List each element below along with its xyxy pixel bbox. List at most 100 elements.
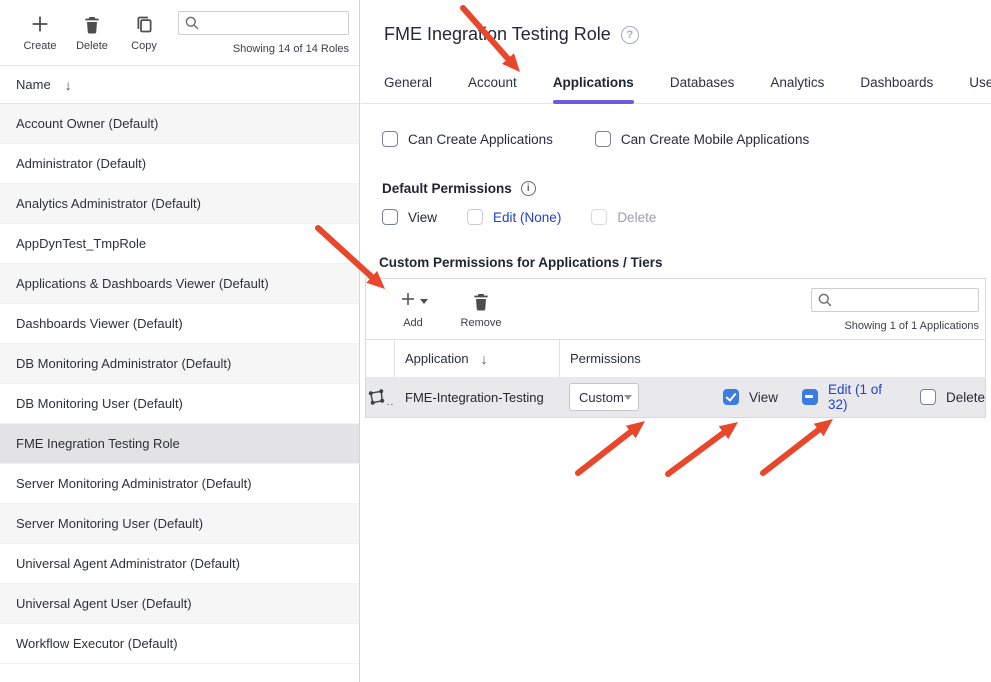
role-item-applications-dashboards-viewer[interactable]: Applications & Dashboards Viewer (Defaul… [0,264,359,304]
roles-admin-screen: Create Delete Copy [0,0,991,682]
can-create-applications-checkbox[interactable] [382,131,398,147]
permission-mode-select[interactable]: Custom [569,383,639,411]
permission-mode-value: Custom [579,390,624,405]
default-permissions-title: Default Permissions [382,181,512,196]
row-delete-label: Delete [946,390,985,405]
default-edit-checkbox[interactable] [467,209,483,225]
role-item-db-monitoring-user[interactable]: DB Monitoring User (Default) [0,384,359,424]
delete-label: Delete [76,40,108,52]
can-create-mobile-applications-option: Can Create Mobile Applications [595,131,809,147]
role-tabs: General Account Applications Databases A… [361,75,991,104]
row-delete-option: Delete [920,389,985,405]
can-create-mobile-applications-checkbox[interactable] [595,131,611,147]
truncation-dots: .. [387,397,395,408]
roles-search-area: Showing 14 of 14 Roles [170,11,349,55]
search-icon [817,292,833,313]
role-item-fme-integration-testing-role[interactable]: FME Inegration Testing Role [0,424,359,464]
add-application-button[interactable]: Add [387,288,439,339]
remove-application-button[interactable]: Remove [455,288,507,339]
role-item-db-monitoring-administrator[interactable]: DB Monitoring Administrator (Default) [0,344,359,384]
application-flowmap-icon [367,388,386,409]
trash-icon [82,11,102,37]
tab-user-accounts[interactable]: User a [969,75,991,103]
caret-down-icon [420,299,428,304]
plus-icon [399,290,417,313]
copy-role-button[interactable]: Copy [118,11,170,52]
can-create-applications-label: Can Create Applications [408,132,553,147]
permissions-column-label: Permissions [570,351,641,366]
default-delete-checkbox [591,209,607,225]
role-item-dashboards-viewer[interactable]: Dashboards Viewer (Default) [0,304,359,344]
row-view-option: View [723,389,778,405]
tab-account[interactable]: Account [468,75,517,103]
applications-search-input[interactable] [838,289,974,311]
row-edit-checkbox[interactable] [802,389,818,405]
row-edit-label[interactable]: Edit (1 of 32) [828,382,902,412]
permissions-column-header: Permissions [560,340,985,377]
remove-label: Remove [461,317,502,329]
applications-search-area: Showing 1 of 1 Applications [811,288,979,332]
table-row[interactable]: .. FME-Integration-Testing Custom View E… [366,377,985,417]
role-detail-panel: FME Inegration Testing Role ? General Ac… [361,0,991,682]
default-view-checkbox[interactable] [382,209,398,225]
tab-general[interactable]: General [384,75,432,103]
create-capabilities-row: Can Create Applications Can Create Mobil… [382,131,991,147]
info-icon[interactable]: i [521,181,536,196]
default-edit-option: Edit (None) [467,209,561,225]
row-edit-option: Edit (1 of 32) [802,382,902,412]
default-permissions-row: View Edit (None) Delete [382,209,991,225]
help-icon[interactable]: ? [621,26,639,44]
role-item-server-monitoring-administrator[interactable]: Server Monitoring Administrator (Default… [0,464,359,504]
plus-icon [29,11,51,37]
role-item-account-owner[interactable]: Account Owner (Default) [0,104,359,144]
custom-permissions-toolbar: Add Remove Showing 1 of 1 Applica [366,279,985,339]
row-view-checkbox[interactable] [723,389,739,405]
create-label: Create [23,40,56,52]
tab-analytics[interactable]: Analytics [770,75,824,103]
tab-dashboards[interactable]: Dashboards [860,75,933,103]
can-create-mobile-applications-label: Can Create Mobile Applications [621,132,809,147]
icon-column-header [366,340,395,377]
add-label: Add [403,317,423,329]
role-item-administrator[interactable]: Administrator (Default) [0,144,359,184]
search-icon [184,15,200,36]
default-edit-label[interactable]: Edit (None) [493,210,561,225]
application-column-label: Application [405,351,469,366]
role-item-workflow-executor[interactable]: Workflow Executor (Default) [0,624,359,664]
default-view-option: View [382,209,437,225]
applications-search-box [811,288,979,312]
roles-name-header[interactable]: Name ↓ [0,66,359,104]
default-delete-option: Delete [591,209,656,225]
tab-applications[interactable]: Applications [553,75,634,103]
role-item-universal-agent-user[interactable]: Universal Agent User (Default) [0,584,359,624]
roles-sidebar: Create Delete Copy [0,0,360,682]
role-list: Account Owner (Default) Administrator (D… [0,104,359,664]
sort-descending-icon[interactable]: ↓ [481,351,488,367]
trash-icon [471,288,491,314]
role-item-server-monitoring-user[interactable]: Server Monitoring User (Default) [0,504,359,544]
applications-count-text: Showing 1 of 1 Applications [844,320,979,332]
roles-search-input[interactable] [205,12,344,34]
name-header-label: Name [16,77,51,92]
applications-table-header: Application ↓ Permissions [366,339,985,377]
application-name: FME-Integration-Testing [395,390,560,405]
create-role-button[interactable]: Create [14,11,66,52]
application-column-header[interactable]: Application ↓ [395,340,560,377]
copy-label: Copy [131,40,157,52]
tab-databases[interactable]: Databases [670,75,735,103]
roles-toolbar: Create Delete Copy [0,0,359,66]
default-view-label: View [408,210,437,225]
row-delete-checkbox[interactable] [920,389,936,405]
row-view-label: View [749,390,778,405]
default-delete-label: Delete [617,210,656,225]
sort-descending-icon[interactable]: ↓ [65,77,72,93]
role-item-universal-agent-administrator[interactable]: Universal Agent Administrator (Default) [0,544,359,584]
roles-count-text: Showing 14 of 14 Roles [233,43,349,55]
delete-role-button[interactable]: Delete [66,11,118,52]
custom-permissions-table-container: Add Remove Showing 1 of 1 Applica [365,278,986,418]
roles-search-box [178,11,349,35]
can-create-applications-option: Can Create Applications [382,131,553,147]
role-item-analytics-administrator[interactable]: Analytics Administrator (Default) [0,184,359,224]
chevron-down-icon [624,395,632,400]
role-item-appdyntest-tmprole[interactable]: AppDynTest_TmpRole [0,224,359,264]
